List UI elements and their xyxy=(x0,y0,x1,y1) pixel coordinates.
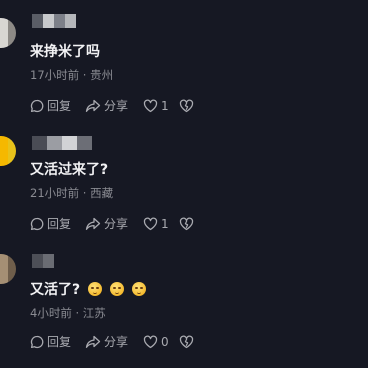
heart-icon xyxy=(143,99,158,113)
comment-item: 又活了? 4小时前 · 江苏 回复 分享 0 xyxy=(0,236,368,354)
comment-meta: 21小时前 · 西藏 xyxy=(30,186,113,200)
avatar-pixel xyxy=(0,254,8,284)
share-label: 分享 xyxy=(104,99,129,113)
comment-text: 又活过来了? xyxy=(30,162,109,178)
username-blurred[interactable] xyxy=(32,14,76,28)
avatar-pixel xyxy=(8,254,16,284)
comment-location: 江苏 xyxy=(82,306,106,320)
avatar-pixel xyxy=(8,136,16,166)
reply-label: 回复 xyxy=(47,335,72,349)
username-pixel xyxy=(47,136,62,150)
meta-separator: · xyxy=(79,186,91,200)
share-arrow-icon xyxy=(85,335,101,348)
reply-button[interactable]: 回复 xyxy=(30,216,71,232)
comment-time: 4小时前 xyxy=(30,306,72,320)
username-blurred[interactable] xyxy=(32,254,54,268)
sleepy-face-emoji xyxy=(132,282,147,296)
comment-time: 21小时前 xyxy=(30,186,80,200)
comment-meta: 17小时前 · 贵州 xyxy=(30,68,113,82)
reply-button[interactable]: 回复 xyxy=(30,334,71,350)
comment-text: 来挣米了吗 xyxy=(30,44,100,60)
username-blurred[interactable] xyxy=(32,136,92,150)
reply-label: 回复 xyxy=(47,217,72,231)
avatar-pixel xyxy=(0,136,8,166)
like-button[interactable]: 0 xyxy=(143,334,169,350)
sleepy-face-emoji xyxy=(88,282,103,296)
like-button[interactable]: 1 xyxy=(143,98,169,114)
share-arrow-icon xyxy=(85,99,101,112)
like-count: 1 xyxy=(161,99,169,113)
heart-icon xyxy=(143,217,158,231)
reply-button[interactable]: 回复 xyxy=(30,98,71,114)
speech-bubble-icon xyxy=(30,217,44,231)
avatar[interactable] xyxy=(0,18,16,48)
reply-label: 回复 xyxy=(47,99,72,113)
share-label: 分享 xyxy=(104,335,129,349)
like-count: 1 xyxy=(161,217,169,231)
heart-icon xyxy=(143,335,158,349)
like-button[interactable]: 1 xyxy=(143,216,169,232)
broken-heart-icon xyxy=(179,335,194,349)
username-pixel xyxy=(65,14,76,28)
avatar-pixel xyxy=(0,18,8,48)
like-count: 0 xyxy=(161,335,169,349)
comment-meta: 4小时前 · 江苏 xyxy=(30,306,106,320)
dislike-button[interactable] xyxy=(179,98,194,114)
username-pixel xyxy=(77,136,92,150)
avatar[interactable] xyxy=(0,254,16,284)
share-button[interactable]: 分享 xyxy=(85,334,128,350)
share-button[interactable]: 分享 xyxy=(85,216,128,232)
comment-actions: 回复 分享 0 xyxy=(30,334,210,350)
speech-bubble-icon xyxy=(30,335,44,349)
username-pixel xyxy=(54,14,65,28)
meta-separator: · xyxy=(79,68,91,82)
comment-item: 来挣米了吗 17小时前 · 贵州 回复 分享 1 xyxy=(0,0,368,118)
share-button[interactable]: 分享 xyxy=(85,98,128,114)
comment-actions: 回复 分享 1 xyxy=(30,98,210,114)
username-pixel xyxy=(32,136,47,150)
dislike-button[interactable] xyxy=(179,334,194,350)
share-label: 分享 xyxy=(104,217,129,231)
avatar[interactable] xyxy=(0,136,16,166)
username-pixel xyxy=(62,136,77,150)
comment-actions: 回复 分享 1 xyxy=(30,216,210,232)
username-pixel xyxy=(32,254,43,268)
share-arrow-icon xyxy=(85,217,101,230)
username-pixel xyxy=(43,14,54,28)
comment-location: 西藏 xyxy=(90,186,114,200)
broken-heart-icon xyxy=(179,217,194,231)
broken-heart-icon xyxy=(179,99,194,113)
comment-text-content: 又活了? xyxy=(30,282,81,298)
avatar-pixel xyxy=(8,18,16,48)
comment-time: 17小时前 xyxy=(30,68,80,82)
sleepy-face-emoji xyxy=(110,282,125,296)
username-pixel xyxy=(32,14,43,28)
username-pixel xyxy=(43,254,54,268)
dislike-button[interactable] xyxy=(179,216,194,232)
comment-location: 贵州 xyxy=(90,68,114,82)
comment-text: 又活了? xyxy=(30,280,147,300)
comment-item: 又活过来了? 21小时前 · 西藏 回复 分享 1 xyxy=(0,118,368,236)
speech-bubble-icon xyxy=(30,99,44,113)
meta-separator: · xyxy=(71,306,83,320)
